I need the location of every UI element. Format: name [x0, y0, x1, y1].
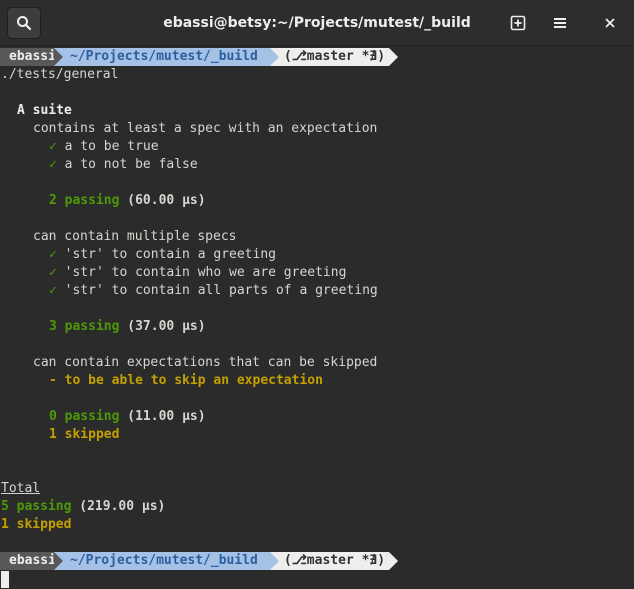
prompt-user: ebassi	[0, 552, 63, 570]
group-title: can contain expectations that can be ski…	[33, 355, 378, 370]
suite-title: A suite	[17, 103, 72, 118]
new-tab-button[interactable]	[501, 7, 535, 39]
powerline-separator	[270, 552, 279, 570]
spec-item: ✓ a to not be false	[49, 157, 198, 172]
prompt-user: ebassi	[0, 48, 63, 66]
group-summary: 2 passing (60.00 µs)	[49, 193, 206, 208]
group-title: can contain multiple specs	[33, 229, 237, 244]
new-tab-icon	[510, 15, 526, 31]
command-line: ./tests/general	[1, 67, 119, 82]
window-title: ebassi@betsy:~/Projects/mutest/_build	[163, 15, 471, 31]
text-cursor	[1, 571, 9, 588]
close-icon	[605, 18, 615, 28]
prompt-git-branch: (⎇master *∄)	[270, 552, 399, 570]
total-passing: 5 passing (219.00 µs)	[1, 499, 166, 514]
prompt-path: ~/Projects/mutest/_build	[54, 48, 279, 66]
powerline-separator	[54, 552, 63, 570]
terminal-header-bar: ebassi@betsy:~/Projects/mutest/_build	[0, 0, 634, 46]
powerline-separator	[54, 48, 63, 66]
terminal-output[interactable]: ebassi ~/Projects/mutest/_build (⎇master…	[0, 47, 634, 589]
search-icon	[17, 16, 32, 31]
search-button[interactable]	[7, 7, 41, 39]
close-button[interactable]	[593, 7, 627, 39]
total-skipped: 1 skipped	[1, 517, 72, 532]
spec-item: ✓ a to be true	[49, 139, 159, 154]
shell-prompt: ebassi ~/Projects/mutest/_build (⎇master…	[0, 552, 399, 570]
prompt-git-branch: (⎇master *∄)	[270, 48, 399, 66]
powerline-separator	[389, 552, 399, 570]
prompt-path: ~/Projects/mutest/_build	[54, 552, 279, 570]
spec-item: ✓ 'str' to contain who we are greeting	[49, 265, 347, 280]
powerline-separator	[389, 48, 399, 66]
spec-item: ✓ 'str' to contain all parts of a greeti…	[49, 283, 378, 298]
total-label: Total	[1, 481, 41, 496]
spec-item: ✓ 'str' to contain a greeting	[49, 247, 276, 262]
group-skipped-summary: 1 skipped	[49, 427, 120, 442]
skipped-spec-item: - to be able to skip an expectation	[49, 373, 323, 388]
group-summary: 3 passing (37.00 µs)	[49, 319, 206, 334]
shell-prompt: ebassi ~/Projects/mutest/_build (⎇master…	[0, 48, 399, 66]
powerline-separator	[270, 48, 279, 66]
group-title: contains at least a spec with an expecta…	[33, 121, 378, 136]
group-summary: 0 passing (11.00 µs)	[49, 409, 206, 424]
menu-button[interactable]	[543, 7, 577, 39]
hamburger-menu-icon	[554, 18, 566, 28]
